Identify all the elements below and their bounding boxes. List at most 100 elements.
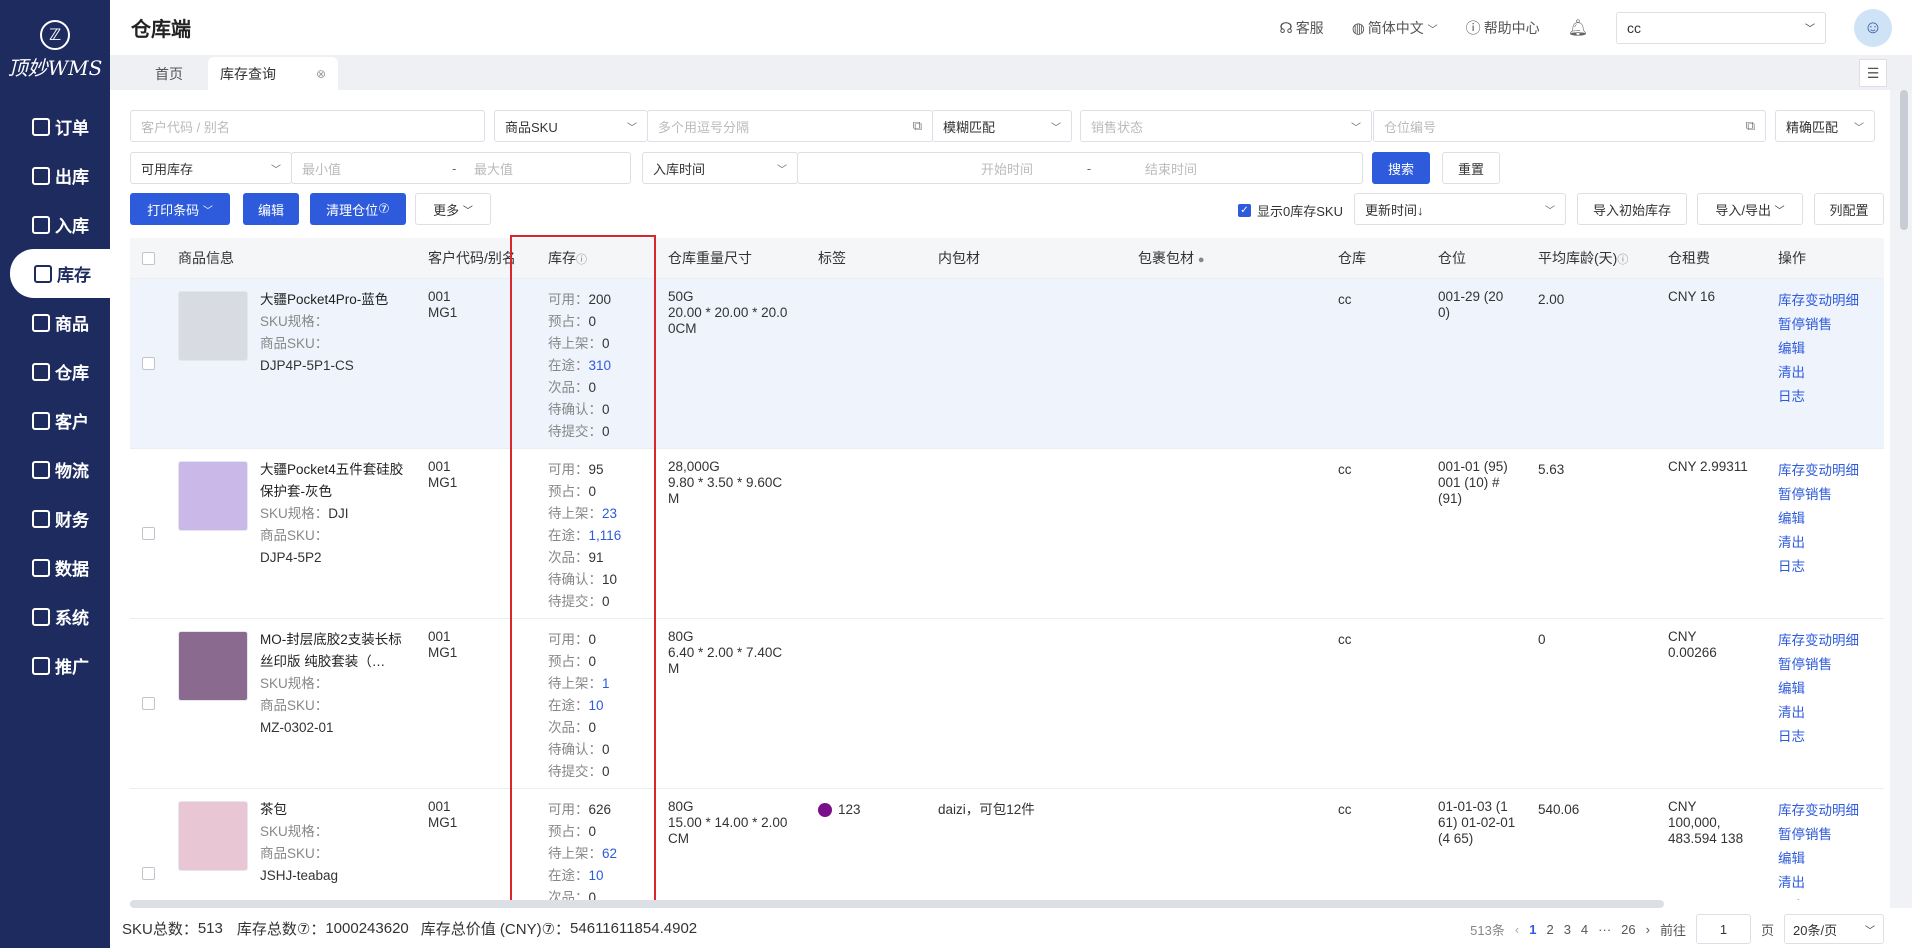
- op-link[interactable]: 暂停销售: [1778, 823, 1859, 847]
- select-all-checkbox[interactable]: [142, 252, 155, 265]
- stock-value[interactable]: 1: [602, 676, 610, 691]
- warehouse-select[interactable]: cc ﹀: [1616, 11, 1826, 44]
- stock-value[interactable]: 10: [589, 868, 604, 883]
- op-link[interactable]: 清出: [1778, 531, 1859, 555]
- sidebar-item-goods[interactable]: 商品: [0, 298, 110, 347]
- question-icon[interactable]: ⓘ: [576, 254, 587, 266]
- question-icon[interactable]: ⓘ: [1617, 254, 1628, 266]
- product-image[interactable]: [178, 801, 248, 871]
- page-size-select[interactable]: 20条/页 ﹀: [1784, 914, 1884, 944]
- horizontal-scrollbar[interactable]: [130, 900, 1664, 908]
- page-3[interactable]: 3: [1564, 922, 1571, 937]
- op-link[interactable]: 暂停销售: [1778, 653, 1859, 677]
- op-link[interactable]: 编辑: [1778, 847, 1859, 871]
- op-link[interactable]: 清出: [1778, 701, 1859, 725]
- page-1[interactable]: 1: [1529, 922, 1536, 937]
- sidebar-item-promo[interactable]: 推广: [0, 641, 110, 690]
- page-2[interactable]: 2: [1546, 922, 1553, 937]
- sidebar-item-logistics[interactable]: 物流: [0, 445, 110, 494]
- edit-button[interactable]: 编辑: [243, 193, 299, 225]
- row-checkbox[interactable]: [142, 697, 155, 710]
- avatar[interactable]: ☺: [1854, 8, 1892, 47]
- prev-page-icon[interactable]: ‹: [1515, 922, 1519, 937]
- clear-location-button[interactable]: 清理仓位 ⑦: [310, 193, 406, 225]
- op-link[interactable]: 库存变动明细: [1778, 459, 1859, 483]
- stock-value[interactable]: 1,116: [589, 528, 622, 543]
- op-link[interactable]: 编辑: [1778, 507, 1859, 531]
- min-input[interactable]: 最小值: [302, 159, 452, 178]
- op-link[interactable]: 日志: [1778, 725, 1859, 749]
- search-button[interactable]: 搜索: [1372, 152, 1430, 184]
- sale-status-select[interactable]: 销售状态 ﹀: [1080, 110, 1372, 142]
- location-match-select[interactable]: 精确匹配 ﹀: [1775, 110, 1875, 142]
- stock-value[interactable]: 23: [602, 506, 617, 521]
- end-date-input[interactable]: 结束时间: [1145, 159, 1197, 178]
- sort-select[interactable]: 更新时间↓ ﹀: [1354, 193, 1566, 225]
- tab-inventory-query[interactable]: 库存查询 ⊗: [208, 57, 338, 90]
- more-button[interactable]: 更多 ﹀: [415, 193, 491, 225]
- page-4[interactable]: 4: [1581, 922, 1588, 937]
- help-center-link[interactable]: ⓘ 帮助中心: [1466, 17, 1540, 38]
- product-image[interactable]: [178, 631, 248, 701]
- row-checkbox[interactable]: [142, 527, 155, 540]
- stock-value[interactable]: 310: [589, 358, 612, 373]
- import-initial-stock-button[interactable]: 导入初始库存: [1577, 193, 1687, 225]
- sku-type-select[interactable]: 商品SKU ﹀: [494, 110, 648, 142]
- sidebar-item-warehouse[interactable]: 仓库: [0, 347, 110, 396]
- op-link[interactable]: 清出: [1778, 871, 1859, 895]
- date-range-picker[interactable]: 开始时间 - 结束时间: [797, 152, 1363, 184]
- product-image[interactable]: [178, 461, 248, 531]
- row-checkbox[interactable]: [142, 867, 155, 880]
- column-config-button[interactable]: 列配置: [1814, 193, 1884, 225]
- stock-range-input[interactable]: 最小值 - 最大值: [291, 152, 631, 184]
- product-image[interactable]: [178, 291, 248, 361]
- product-name[interactable]: MO-封层底胶2支装长标丝印版 纯胶套装（…: [260, 629, 410, 673]
- reset-button[interactable]: 重置: [1442, 152, 1500, 184]
- op-link[interactable]: 清出: [1778, 361, 1859, 385]
- op-link[interactable]: 暂停销售: [1778, 483, 1859, 507]
- sidebar-item-inventory[interactable]: 库存: [10, 249, 110, 298]
- product-name[interactable]: 茶包: [260, 799, 410, 821]
- print-barcode-button[interactable]: 打印条码 ﹀: [130, 193, 230, 225]
- sidebar-item-data[interactable]: 数据: [0, 543, 110, 592]
- op-link[interactable]: 日志: [1778, 385, 1859, 409]
- product-name[interactable]: 大疆Pocket4Pro-蓝色: [260, 289, 410, 311]
- import-export-button[interactable]: 导入/导出 ﹀: [1697, 193, 1803, 225]
- op-link[interactable]: 日志: [1778, 555, 1859, 579]
- op-link[interactable]: 库存变动明细: [1778, 289, 1859, 313]
- menu-icon[interactable]: ☰: [1859, 59, 1887, 87]
- op-link[interactable]: 库存变动明细: [1778, 629, 1859, 653]
- sidebar-item-inbound[interactable]: 入库: [0, 200, 110, 249]
- op-link[interactable]: 库存变动明细: [1778, 799, 1859, 823]
- show-zero-stock-checkbox[interactable]: ✓ 显示0库存SKU: [1238, 201, 1343, 220]
- page-jump-input[interactable]: 1: [1695, 914, 1751, 944]
- op-link[interactable]: 日志: [1778, 895, 1859, 900]
- more-pages-icon[interactable]: ···: [1598, 922, 1611, 937]
- sidebar-item-order[interactable]: 订单: [0, 102, 110, 151]
- question-icon[interactable]: ●: [1198, 254, 1205, 266]
- tab-home[interactable]: 首页: [130, 57, 208, 90]
- language-select[interactable]: ◍ 简体中文 ﹀: [1352, 18, 1438, 38]
- op-link[interactable]: 暂停销售: [1778, 313, 1859, 337]
- product-name[interactable]: 大疆Pocket4五件套硅胶保护套-灰色: [260, 459, 410, 503]
- stock-value[interactable]: 62: [602, 846, 617, 861]
- sidebar-item-system[interactable]: 系统: [0, 592, 110, 641]
- close-icon[interactable]: ⊗: [316, 67, 326, 81]
- sidebar-item-customer[interactable]: 客户: [0, 396, 110, 445]
- match-mode-select[interactable]: 模糊匹配 ﹀: [932, 110, 1072, 142]
- sku-input[interactable]: 多个用逗号分隔 ⧉: [647, 110, 933, 142]
- row-checkbox[interactable]: [142, 357, 155, 370]
- time-type-select[interactable]: 入库时间 ﹀: [642, 152, 798, 184]
- stock-type-select[interactable]: 可用库存 ﹀: [130, 152, 292, 184]
- batch-input-icon[interactable]: ⧉: [1746, 118, 1755, 134]
- batch-input-icon[interactable]: ⧉: [913, 118, 922, 134]
- stock-value[interactable]: 10: [589, 698, 604, 713]
- start-date-input[interactable]: 开始时间: [808, 159, 1033, 178]
- sidebar-item-finance[interactable]: 财务: [0, 494, 110, 543]
- page-26[interactable]: 26: [1621, 922, 1635, 937]
- vertical-scrollbar[interactable]: [1900, 90, 1908, 230]
- bell-icon[interactable]: 🔔︎: [1568, 18, 1588, 38]
- customer-input[interactable]: 客户代码 / 别名: [130, 110, 485, 142]
- op-link[interactable]: 编辑: [1778, 677, 1859, 701]
- max-input[interactable]: 最大值: [474, 159, 513, 178]
